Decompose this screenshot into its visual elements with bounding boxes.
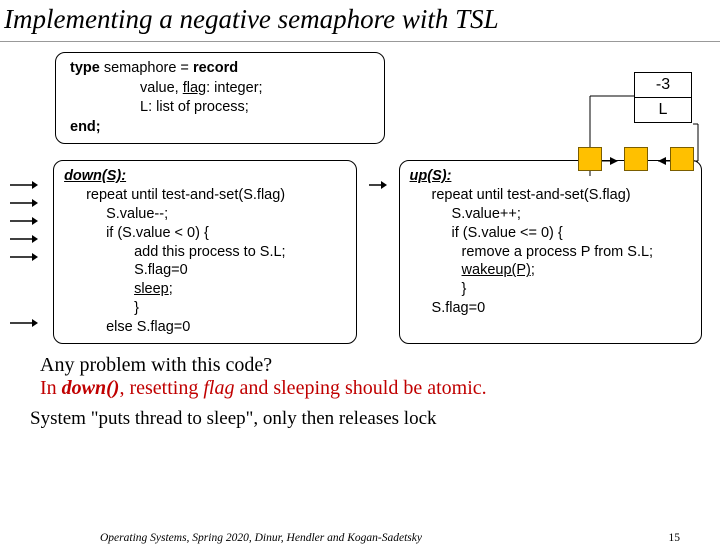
kw-end: end; [70, 119, 101, 135]
answer-line: In down(), resetting flag and sleeping s… [40, 377, 690, 400]
sem-list-cell: L [634, 98, 692, 123]
answer-b: down() [62, 377, 120, 399]
code-row: down(S): repeat until test-and-set(S.fla… [0, 144, 720, 344]
semaphore-diagram: -3 L [634, 72, 692, 123]
typedef-text: semaphore = [100, 60, 193, 76]
down-l8: else S.flag=0 [64, 318, 345, 337]
up-l4: remove a process P from S.L; [410, 243, 691, 262]
kw-type: type [70, 60, 100, 76]
process-box [578, 147, 602, 171]
up-code-box: up(S): repeat until test-and-set(S.flag)… [399, 160, 702, 344]
system-text: System "puts thread to sleep", only then… [0, 400, 720, 430]
typedef-L: L [140, 99, 148, 115]
typedef-flag: flag [183, 80, 206, 96]
up-wakeup: wakeup(P) [462, 262, 531, 278]
down-l3: if (S.value < 0) { [64, 224, 345, 243]
typedef-value: value, [140, 80, 183, 96]
slide-title: Implementing a negative semaphore with T… [0, 0, 720, 42]
down-l7: } [64, 299, 345, 318]
arrow-icon [10, 214, 38, 228]
answer-a: In [40, 377, 62, 399]
arrow-icon [10, 250, 38, 264]
answer-e: and sleeping should be atomic. [234, 377, 486, 399]
typedef-box: type semaphore = record value, flag: int… [55, 52, 385, 144]
down-l4: add this process to S.L; [64, 243, 345, 262]
process-queue [556, 147, 694, 171]
top-area: type semaphore = record value, flag: int… [0, 42, 720, 144]
arrow-icon [10, 178, 38, 192]
page-number: 15 [669, 532, 681, 544]
arrow-icon [369, 178, 387, 192]
up-l1: repeat until test-and-set(S.flag) [410, 186, 691, 205]
arrow-icon [10, 232, 38, 246]
up-l2: S.value++; [410, 205, 691, 224]
down-semi: ; [169, 281, 173, 297]
up-l7: S.flag=0 [410, 299, 691, 318]
process-box [670, 147, 694, 171]
up-head: up(S): [410, 168, 452, 184]
up-l3: if (S.value <= 0) { [410, 224, 691, 243]
typedef-list: : list of process; [148, 99, 249, 115]
down-l1: repeat until test-and-set(S.flag) [64, 186, 345, 205]
sem-value-cell: -3 [634, 72, 692, 98]
question-line: Any problem with this code? [40, 354, 690, 377]
down-l5: S.flag=0 [64, 261, 345, 280]
down-code-box: down(S): repeat until test-and-set(S.fla… [53, 160, 356, 344]
arrow-icon [10, 316, 38, 330]
footer-source: Operating Systems, Spring 2020, Dinur, H… [100, 532, 422, 544]
down-l2: S.value--; [64, 205, 345, 224]
down-sleep: sleep [134, 281, 169, 297]
typedef-int: : integer; [206, 80, 262, 96]
answer-d: flag [203, 377, 234, 399]
arrow-icon [10, 196, 38, 210]
mid-arrows [369, 160, 387, 344]
step-arrows [10, 160, 41, 344]
kw-record: record [193, 60, 238, 76]
body-text: Any problem with this code? In down(), r… [0, 344, 720, 400]
answer-c: , resetting [119, 377, 203, 399]
up-l6: } [410, 280, 691, 299]
process-box [624, 147, 648, 171]
down-head: down(S): [64, 168, 126, 184]
up-semi: ; [531, 262, 535, 278]
